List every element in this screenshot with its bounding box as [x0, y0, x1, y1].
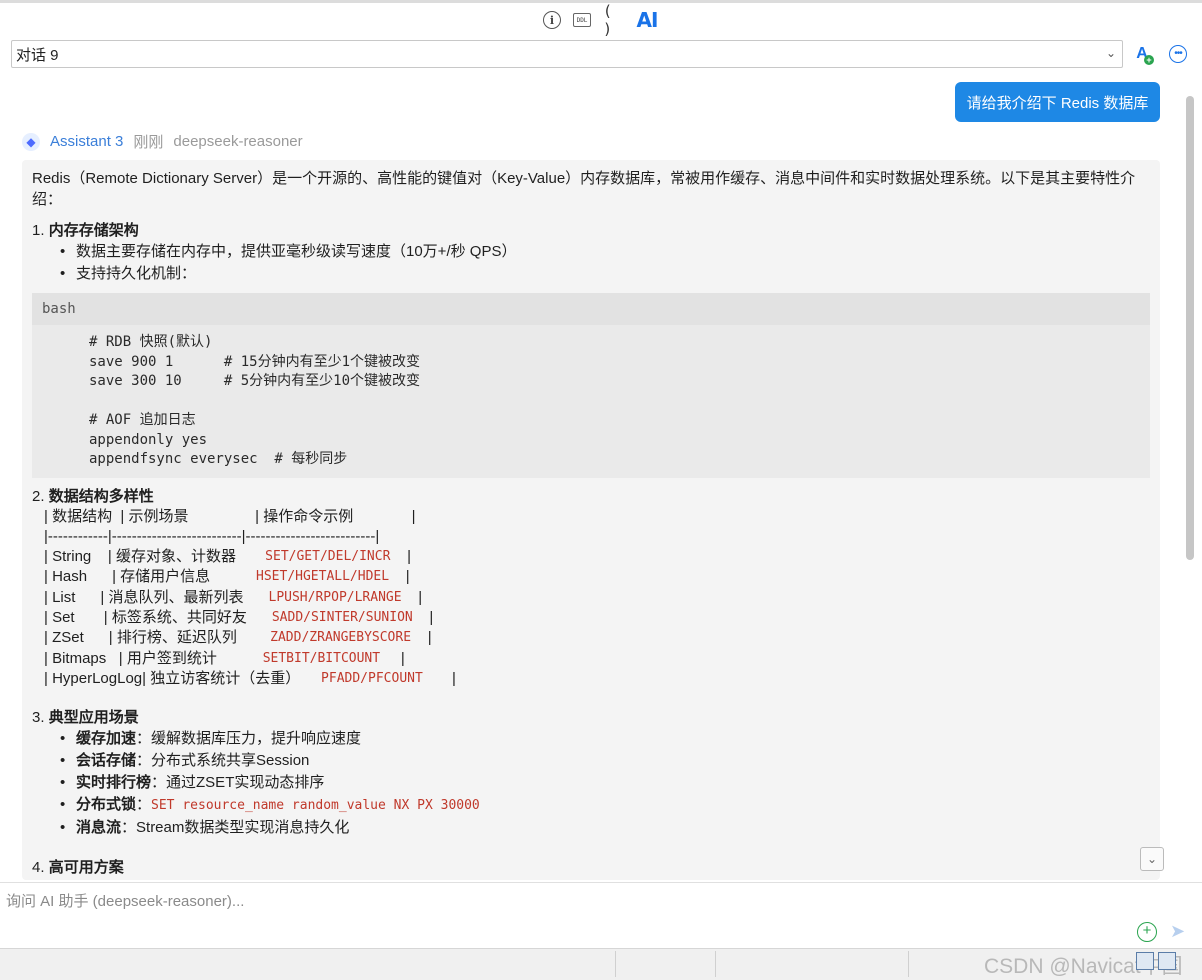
panel-layout-icon[interactable] [1158, 952, 1176, 970]
list-item: 数据主要存储在内存中，提供亚毫秒级读写速度（10万+/秒 QPS） [54, 241, 1150, 263]
list-item: 消息流：Stream数据类型实现消息持久化 [54, 817, 1150, 839]
table-row: | Set | 标签系统、共同好友 SADD/SINTER/SUNION | [44, 608, 434, 626]
table-row: | ZSet | 排行榜、延迟队列 ZADD/ZRANGEBYSCORE | [44, 629, 432, 647]
plus-badge-icon: + [1144, 55, 1154, 65]
top-toolbar: i DDL ( ) AI [0, 2, 1202, 38]
code-line: # RDB 快照(默认) [89, 334, 213, 350]
ddl-icon[interactable]: DDL [573, 13, 591, 27]
list-item: 支持持久化机制： [54, 263, 1150, 285]
chat-input-area: + ➤ [0, 882, 1202, 948]
table-row: | List | 消息队列、最新列表 LPUSH/RPOP/LRANGE | [44, 588, 423, 606]
chat-scrollbar[interactable] [1186, 96, 1194, 560]
list-item: 缓存加速：缓解数据库压力，提升响应速度 [54, 728, 1150, 750]
user-message-text: 请给我介绍下 Redis 数据库 [966, 94, 1149, 112]
panel-layout-icon[interactable] [1136, 952, 1154, 970]
code-line: appendonly yes [89, 431, 208, 448]
table-row: | HyperLogLog | 独立访客统计（去重） PFADD/PFCOUNT … [44, 669, 456, 687]
table-row: | Hash | 存储用户信息 HSET/HGETALL/HDEL | [44, 568, 410, 586]
code-block: bash # RDB 快照(默认) save 900 1 # 15分钟内有至少1个… [32, 293, 1150, 478]
info-icon[interactable]: i [543, 11, 561, 29]
table-header-row: | 数据结构 | 示例场景 | 操作命令示例 | [44, 507, 416, 525]
model-name: deepseek-reasoner [173, 133, 303, 150]
add-attachment-button[interactable]: + [1137, 922, 1157, 942]
chat-input[interactable] [6, 889, 1106, 913]
chevron-down-icon[interactable]: ⌄ [1106, 46, 1116, 60]
code-language-label: bash [32, 293, 1150, 325]
list-item: 分布式锁：SET resource_name random_value NX P… [54, 794, 1150, 817]
message-time: 刚刚 [133, 134, 164, 151]
status-divider [908, 951, 909, 977]
more-options-button[interactable]: ••• [1166, 42, 1190, 66]
section-heading-1: 1. 内存存储架构 [32, 222, 139, 239]
table-row: | String | 缓存对象、计数器 SET/GET/DEL/INCR | [44, 548, 411, 566]
status-divider [715, 951, 716, 977]
code-body: # RDB 快照(默认) save 900 1 # 15分钟内有至少1个键被改变 s… [32, 325, 1150, 478]
list-item: 实时排行榜：通过ZSET实现动态排序 [54, 772, 1150, 794]
layout-toggle-group [1136, 952, 1176, 970]
table-row: | Bitmaps | 用户签到统计 SETBIT/BITCOUNT | [44, 649, 405, 667]
user-message-bubble: 请给我介绍下 Redis 数据库 [955, 82, 1160, 122]
send-button[interactable]: ➤ [1170, 921, 1192, 943]
intro-paragraph: Redis（Remote Dictionary Server）是一个开源的、高性… [32, 170, 1136, 208]
conversation-select[interactable]: 对话 9 ⌄ [11, 40, 1123, 68]
scroll-to-bottom-button[interactable]: ⌄ [1140, 847, 1164, 871]
section-3-list: 缓存加速：缓解数据库压力，提升响应速度 会话存储：分布式系统共享Session … [32, 728, 1150, 839]
inline-code: SET resource_name random_value NX PX 300… [151, 798, 480, 814]
status-divider [615, 951, 616, 977]
ellipsis-icon: ••• [1169, 45, 1187, 63]
deepseek-whale-icon: ◆ [22, 132, 40, 151]
code-line: appendfsync everysec # 每秒同步 [89, 451, 348, 467]
list-item: 会话存储：分布式系统共享Session [54, 750, 1150, 772]
section-heading-2: 2. 数据结构多样性 [32, 487, 154, 505]
new-ai-chat-button[interactable]: A + [1130, 42, 1154, 66]
code-line: # AOF 追加日志 [89, 412, 196, 428]
chevron-down-icon: ⌄ [1146, 852, 1158, 866]
section-heading-4: 4. 高可用方案 [32, 859, 124, 877]
conversation-select-value: 对话 9 [16, 46, 59, 64]
function-icon[interactable]: ( ) [603, 2, 623, 38]
assistant-meta: ◆ Assistant 3 刚刚 deepseek-reasoner [22, 131, 303, 152]
code-line: save 300 10 # 5分钟内有至少10个键被改变 [89, 373, 421, 389]
data-structure-table: | 数据结构 | 示例场景 | 操作命令示例 | |------------|-… [32, 507, 1150, 690]
window-top-border [0, 0, 1202, 3]
section-1-list: 数据主要存储在内存中，提供亚毫秒级读写速度（10万+/秒 QPS） 支持持久化机… [32, 241, 1150, 285]
code-line: save 900 1 # 15分钟内有至少1个键被改变 [89, 353, 421, 370]
ai-assistant-icon[interactable]: AI [635, 8, 659, 32]
assistant-message: Redis（Remote Dictionary Server）是一个开源的、高性… [22, 160, 1160, 880]
section-heading-3: 3. 典型应用场景 [32, 709, 139, 727]
table-separator-row: |------------|--------------------------… [44, 527, 380, 545]
assistant-name: Assistant 3 [50, 133, 124, 150]
